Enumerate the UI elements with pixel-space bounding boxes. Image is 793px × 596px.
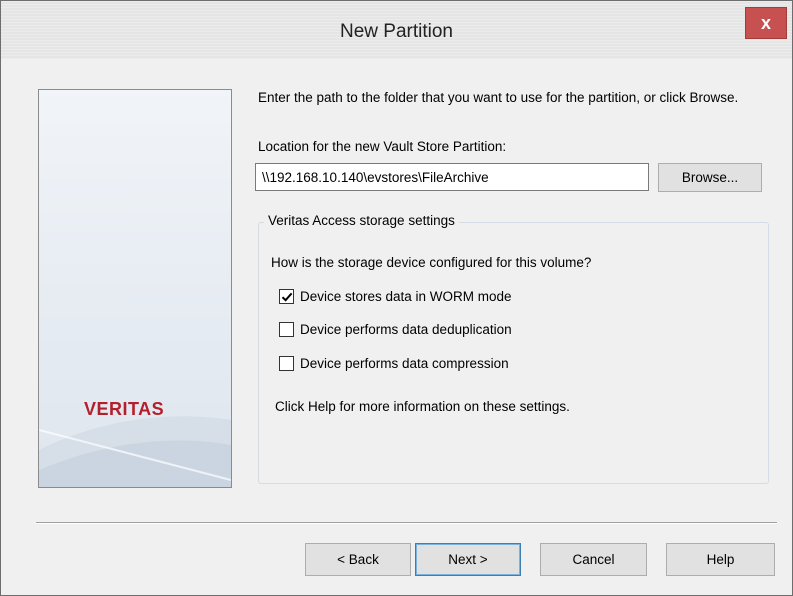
back-button[interactable]: < Back [305,543,411,576]
storage-settings-group-label: Veritas Access storage settings [264,213,459,228]
compression-checkbox[interactable] [279,356,294,371]
compression-label: Device performs data compression [300,356,509,371]
next-button[interactable]: Next > [415,543,521,576]
banner-swoosh-graphic [39,416,231,487]
title-bar[interactable]: New Partition x [1,1,792,59]
location-label: Location for the new Vault Store Partiti… [258,139,507,154]
storage-question: How is the storage device configured for… [271,255,592,270]
close-icon: x [760,13,771,33]
new-partition-dialog: New Partition x VERITAS Enter the path t… [0,0,793,596]
deduplication-label: Device performs data deduplication [300,322,512,337]
window-title: New Partition [340,21,453,42]
worm-mode-checkbox[interactable] [279,289,294,304]
help-button[interactable]: Help [666,543,775,576]
help-info-text: Click Help for more information on these… [275,399,570,414]
deduplication-checkbox[interactable] [279,322,294,337]
worm-mode-label: Device stores data in WORM mode [300,289,512,304]
wizard-banner: VERITAS [38,89,232,488]
dialog-body: VERITAS Enter the path to the folder tha… [9,59,784,587]
browse-button[interactable]: Browse... [658,163,762,192]
footer-divider [36,522,777,524]
location-path-input[interactable] [255,163,649,191]
veritas-logo: VERITAS [84,399,165,419]
checkmark-icon [281,292,293,302]
close-button[interactable]: x [745,7,787,39]
instruction-text: Enter the path to the folder that you wa… [258,90,739,105]
cancel-button[interactable]: Cancel [540,543,647,576]
